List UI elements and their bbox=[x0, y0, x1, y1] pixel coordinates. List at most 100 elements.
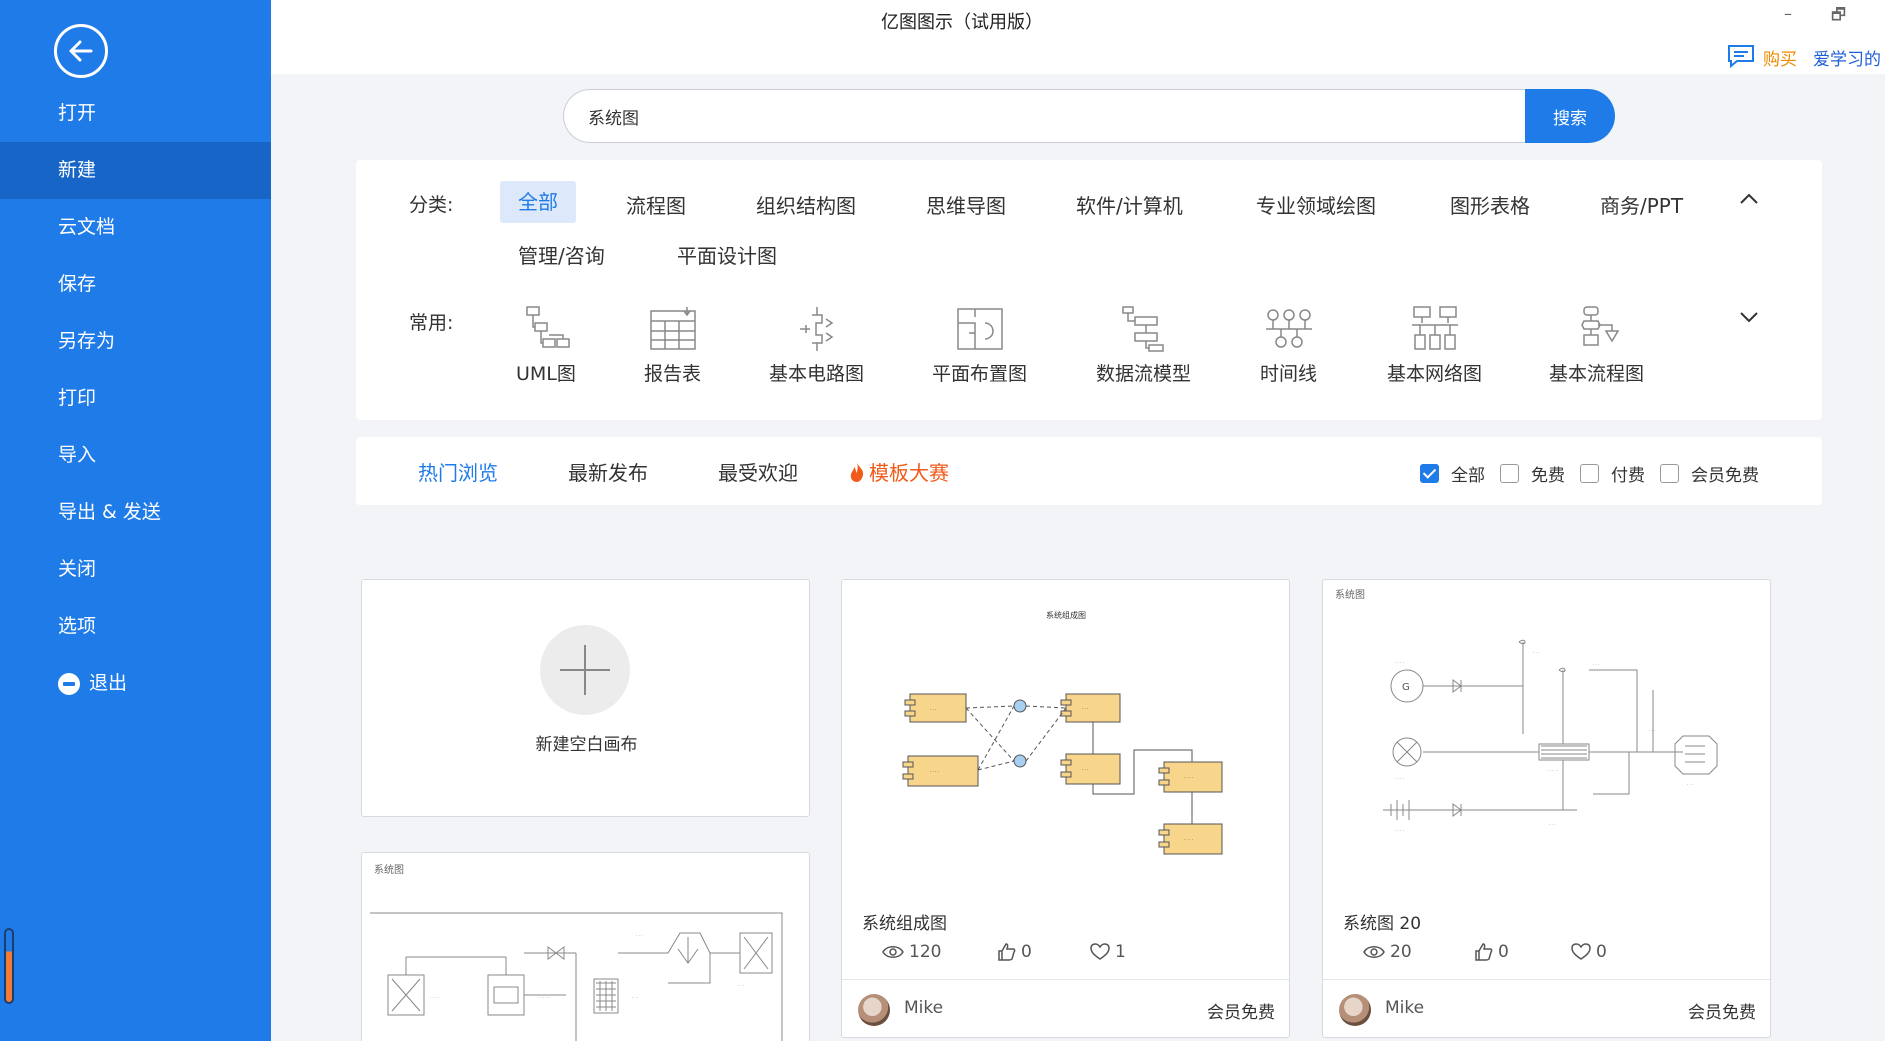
tab-hot[interactable]: 热门浏览 bbox=[418, 457, 498, 486]
common-timeline[interactable]: 时间线 bbox=[1260, 305, 1317, 386]
buy-link[interactable]: 购买 bbox=[1763, 45, 1797, 70]
checkbox-icon bbox=[1500, 464, 1519, 483]
eye-icon bbox=[1363, 946, 1385, 958]
thumbs-up-icon bbox=[998, 943, 1016, 961]
category-flowchart[interactable]: 流程图 bbox=[626, 190, 686, 219]
card-footer: Mike 会员免费 bbox=[1323, 979, 1770, 1037]
sort-tabs-panel: 热门浏览 最新发布 最受欢迎 模板大赛 全部 免费 付费 会员免费 bbox=[356, 437, 1822, 505]
search-input[interactable] bbox=[563, 89, 1528, 143]
avatar[interactable] bbox=[1339, 994, 1371, 1026]
tab-popular[interactable]: 最受欢迎 bbox=[718, 457, 798, 486]
svg-text:· · ·: · · · bbox=[1649, 728, 1655, 733]
filter-label: 全部 bbox=[1451, 466, 1485, 486]
common-basic-flowchart[interactable]: 基本流程图 bbox=[1549, 305, 1644, 386]
template-card[interactable]: 系统图 G · · · · · · · · · · · · · · · · · · ·… bbox=[1322, 579, 1771, 1038]
category-org-chart[interactable]: 组织结构图 bbox=[756, 190, 856, 219]
chevron-down-icon[interactable] bbox=[1738, 306, 1760, 328]
minimize-button[interactable]: – bbox=[1784, 4, 1792, 23]
sidebar-item-exit[interactable]: 退出 bbox=[0, 655, 271, 712]
filter-all[interactable]: 全部 bbox=[1420, 461, 1485, 486]
sidebar-item-export-send[interactable]: 导出 & 发送 bbox=[0, 484, 271, 541]
sidebar-item-new[interactable]: 新建 bbox=[0, 142, 271, 199]
common-network[interactable]: 基本网络图 bbox=[1387, 305, 1482, 386]
common-floor-plan[interactable]: 平面布置图 bbox=[932, 305, 1027, 386]
price-label: 会员免费 bbox=[1207, 1003, 1275, 1023]
like-count[interactable]: 0 bbox=[998, 942, 1032, 962]
thumb-title: 系统图 bbox=[374, 863, 404, 876]
sidebar-item-cloud-docs[interactable]: 云文档 bbox=[0, 199, 271, 256]
sidebar-item-print[interactable]: 打印 bbox=[0, 370, 271, 427]
svg-text:· · ·: · · · bbox=[636, 933, 642, 938]
svg-text:· · ·: · · · bbox=[1549, 822, 1555, 827]
thumbs-up-icon bbox=[1475, 943, 1493, 961]
sidebar-item-save[interactable]: 保存 bbox=[0, 256, 271, 313]
scroll-indicator[interactable] bbox=[4, 928, 14, 1004]
common-report[interactable]: 报告表 bbox=[644, 305, 701, 386]
favorite-count[interactable]: 1 bbox=[1090, 942, 1126, 962]
common-data-flow[interactable]: 数据流模型 bbox=[1096, 305, 1191, 386]
app-title: 亿图图示（试用版） bbox=[881, 12, 1043, 33]
sidebar-item-label: 新建 bbox=[58, 159, 97, 181]
category-professional[interactable]: 专业领域绘图 bbox=[1256, 190, 1376, 219]
sidebar-item-import[interactable]: 导入 bbox=[0, 427, 271, 484]
sidebar-item-label: 选项 bbox=[58, 615, 97, 637]
back-button[interactable] bbox=[54, 24, 108, 78]
user-name-link[interactable]: 爱学习的 bbox=[1813, 45, 1881, 70]
favorite-count[interactable]: 0 bbox=[1571, 942, 1607, 962]
floor-plan-icon bbox=[956, 308, 1003, 350]
template-thumbnail: 系统图 G · · · · · · · · · · · · · · · · · · ·… bbox=[1335, 588, 1718, 833]
category-management[interactable]: 管理/咨询 bbox=[518, 240, 605, 269]
chevron-up-icon[interactable] bbox=[1738, 188, 1760, 210]
avatar[interactable] bbox=[858, 994, 890, 1026]
plus-icon bbox=[540, 625, 630, 715]
filter-paid[interactable]: 付费 bbox=[1580, 461, 1645, 486]
new-canvas-label: 新建空白画布 bbox=[535, 735, 638, 755]
category-mind-map[interactable]: 思维导图 bbox=[926, 190, 1006, 219]
template-thumbnail: 系统图 · · · · · · · · · · · · · · · · · · bbox=[370, 863, 783, 1041]
category-all[interactable]: 全部 bbox=[500, 181, 576, 223]
svg-text:· · ·: · · · bbox=[632, 995, 638, 1000]
chat-icon[interactable] bbox=[1727, 44, 1755, 68]
template-card[interactable]: 系统组成图 · · · · · · · · · · · · · · · · · … bbox=[841, 579, 1290, 1038]
sidebar-item-open[interactable]: 打开 bbox=[0, 85, 271, 142]
arrow-left-icon bbox=[69, 40, 93, 62]
template-title: 系统组成图 bbox=[862, 914, 947, 934]
fire-icon bbox=[850, 461, 864, 482]
category-graphic-design[interactable]: 平面设计图 bbox=[677, 240, 777, 269]
filter-member-free[interactable]: 会员免费 bbox=[1660, 461, 1759, 486]
common-uml[interactable]: UML图 bbox=[516, 305, 576, 386]
common-circuit[interactable]: 基本电路图 bbox=[769, 305, 864, 386]
tab-label: 模板大赛 bbox=[869, 461, 949, 485]
price-label: 会员免费 bbox=[1688, 1003, 1756, 1023]
filter-free[interactable]: 免费 bbox=[1500, 461, 1565, 486]
tab-template-contest[interactable]: 模板大赛 bbox=[848, 457, 949, 486]
category-business-ppt[interactable]: 商务/PPT bbox=[1600, 190, 1683, 219]
timeline-icon bbox=[1265, 309, 1312, 348]
sidebar-item-close[interactable]: 关闭 bbox=[0, 541, 271, 598]
sidebar-item-label: 退出 bbox=[89, 672, 128, 694]
template-card[interactable]: 系统图 · · · · · · · · · · · · · · · · · · bbox=[361, 852, 810, 1041]
common-item-label: 基本流程图 bbox=[1549, 363, 1645, 385]
author-name[interactable]: Mike bbox=[1385, 998, 1424, 1018]
restore-button[interactable]: 🗗 bbox=[1831, 4, 1846, 31]
tab-latest[interactable]: 最新发布 bbox=[568, 457, 648, 486]
sidebar-item-options[interactable]: 选项 bbox=[0, 598, 271, 655]
svg-text:· · ·: · · · bbox=[1082, 767, 1088, 772]
svg-text:· · · ·: · · · · bbox=[430, 995, 439, 1000]
circuit-icon bbox=[799, 307, 833, 351]
common-item-label: 基本网络图 bbox=[1387, 363, 1483, 385]
sidebar-item-label: 打开 bbox=[58, 102, 97, 124]
like-count[interactable]: 0 bbox=[1475, 942, 1509, 962]
category-graphic-tables[interactable]: 图形表格 bbox=[1450, 190, 1530, 219]
author-name[interactable]: Mike bbox=[904, 998, 943, 1018]
sidebar-item-label: 导出 & 发送 bbox=[58, 501, 161, 523]
report-table-icon bbox=[649, 307, 696, 350]
svg-text:· · ·: · · · bbox=[1533, 650, 1539, 655]
search-button[interactable]: 搜索 bbox=[1525, 89, 1615, 143]
thumb-title: 系统图 bbox=[1335, 588, 1365, 601]
template-title: 系统图 20 bbox=[1343, 914, 1422, 934]
category-software[interactable]: 软件/计算机 bbox=[1076, 190, 1183, 219]
sidebar-item-save-as[interactable]: 另存为 bbox=[0, 313, 271, 370]
new-blank-canvas-card[interactable]: 新建空白画布 bbox=[361, 579, 810, 817]
filter-label: 付费 bbox=[1611, 466, 1645, 486]
